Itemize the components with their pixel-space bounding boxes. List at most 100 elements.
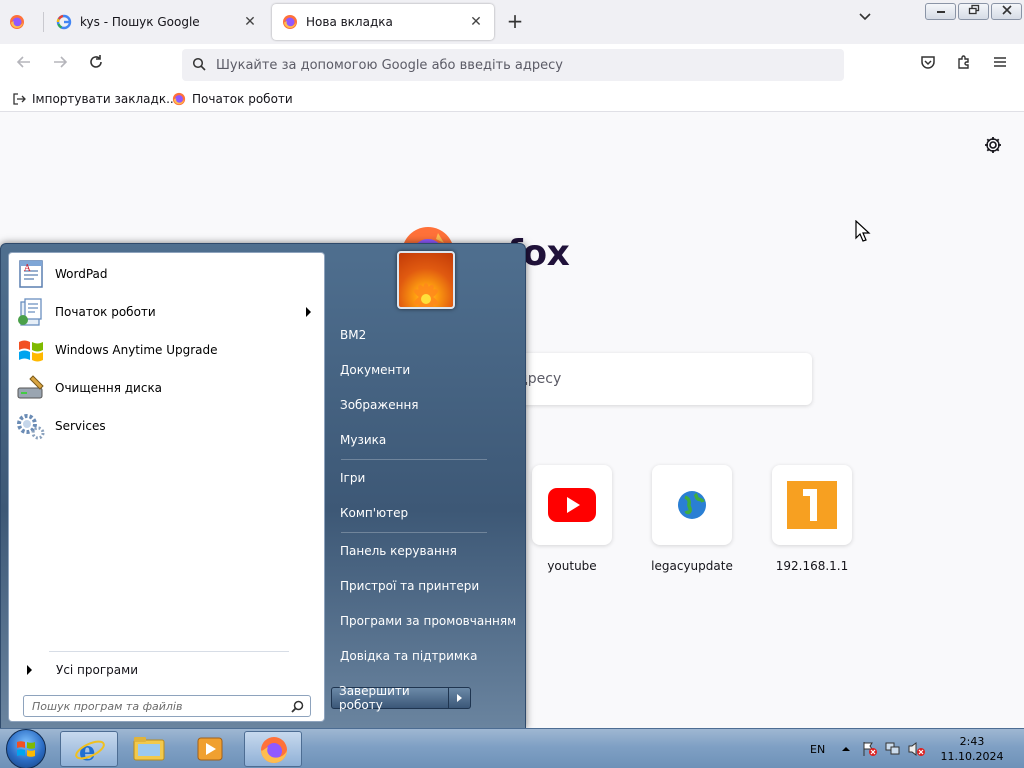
start-item-label: Очищення диска: [55, 381, 163, 395]
forward-button[interactable]: [48, 53, 72, 77]
system-clock[interactable]: 2:43 11.10.2024: [932, 734, 1012, 764]
start-link-control-panel[interactable]: Панель керування: [331, 536, 519, 566]
start-link-devices-printers[interactable]: Пристрої та принтери: [331, 571, 519, 601]
start-link-user-folder[interactable]: ВМ2: [331, 320, 519, 350]
search-icon: [291, 700, 304, 713]
start-link-label: Програми за промовчанням: [340, 614, 517, 628]
close-window-button[interactable]: [991, 3, 1022, 20]
chevron-down-icon: [859, 13, 871, 21]
taskbar-internet-explorer[interactable]: e: [60, 731, 118, 767]
address-input[interactable]: [216, 57, 816, 73]
tab-new-tab[interactable]: Нова вкладка ✕: [272, 4, 494, 40]
start-item-windows-anytime-upgrade[interactable]: Windows Anytime Upgrade: [11, 332, 321, 368]
start-menu-programs-pane: A WordPad Початок роботи Windows Anytime…: [8, 252, 325, 722]
pinned-tab-firefox[interactable]: [2, 4, 40, 40]
app-menu-button[interactable]: [988, 53, 1012, 77]
tab-title: kys - Пошук Google: [80, 15, 200, 29]
list-all-tabs-button[interactable]: [853, 10, 877, 34]
shortcut-label: 192.168.1.1: [775, 559, 849, 573]
tab-strip: kys - Пошук Google ✕ Нова вкладка ✕ +: [0, 0, 1024, 44]
start-link-label: Комп'ютер: [340, 506, 409, 520]
back-button[interactable]: [12, 53, 36, 77]
windows-logo-icon: [17, 741, 35, 757]
start-link-default-programs[interactable]: Програми за промовчанням: [331, 606, 519, 636]
shortcut-tile-box: [652, 465, 732, 545]
start-search-input[interactable]: [32, 699, 282, 713]
submenu-arrow-icon[interactable]: [306, 307, 311, 317]
reload-button[interactable]: [84, 53, 108, 77]
services-gear-icon: [17, 414, 45, 440]
start-link-games[interactable]: Ігри: [331, 463, 519, 493]
start-link-label: Довідка та підтримка: [340, 649, 478, 663]
flag-error-icon: [863, 742, 877, 756]
user-account-picture[interactable]: [397, 251, 455, 311]
gear-icon: [985, 137, 1001, 153]
internet-explorer-icon: e: [75, 737, 105, 767]
tab-google-search[interactable]: kys - Пошук Google ✕: [46, 4, 268, 40]
start-link-label: Документи: [340, 363, 411, 377]
pocket-button[interactable]: [916, 53, 940, 77]
start-link-pictures[interactable]: Зображення: [331, 390, 519, 420]
taskbar-file-explorer[interactable]: [120, 731, 178, 767]
youtube-icon: [548, 488, 596, 522]
close-tab-icon[interactable]: ✕: [468, 14, 484, 30]
all-programs-label: Усі програми: [56, 663, 138, 677]
pocket-icon: [921, 56, 935, 69]
shortcut-label: youtube: [547, 559, 597, 573]
bookmark-getting-started[interactable]: Початок роботи: [172, 90, 293, 108]
start-item-disk-cleanup[interactable]: Очищення диска: [11, 370, 321, 406]
forward-arrow-icon: [54, 56, 68, 68]
start-link-label: Панель керування: [340, 544, 457, 558]
start-search-box[interactable]: [23, 695, 311, 717]
start-button[interactable]: [6, 729, 46, 768]
shutdown-button[interactable]: Завершити роботу: [331, 684, 449, 712]
firefox-icon: [172, 92, 186, 106]
shortcut-tile-legacyupdate[interactable]: legacyupdate: [651, 465, 733, 573]
address-bar[interactable]: [182, 49, 844, 81]
navigation-toolbar: [0, 44, 1024, 86]
new-tab-button[interactable]: +: [503, 10, 527, 34]
extensions-button[interactable]: [952, 53, 976, 77]
start-link-documents[interactable]: Документи: [331, 355, 519, 385]
import-icon: [13, 93, 26, 105]
shutdown-control: Завершити роботу: [331, 684, 471, 712]
all-programs-button[interactable]: Усі програми: [19, 659, 309, 681]
media-player-icon: [197, 737, 223, 761]
programs-divider: [49, 651, 289, 652]
taskbar-media-player[interactable]: [181, 731, 239, 767]
shortcut-tile-router[interactable]: 192.168.1.1: [771, 465, 853, 573]
shutdown-options-button[interactable]: [449, 687, 471, 709]
search-icon: [192, 57, 206, 71]
restore-button[interactable]: [958, 3, 989, 20]
shortcut-tile-box: [532, 465, 612, 545]
network-icon: [885, 742, 900, 755]
action-center-tray-icon[interactable]: [862, 729, 878, 768]
volume-tray-icon[interactable]: [908, 729, 926, 768]
start-link-computer[interactable]: Комп'ютер: [331, 498, 519, 528]
shortcut-tile-youtube[interactable]: youtube: [531, 465, 613, 573]
firefox-icon: [283, 15, 297, 29]
start-item-services[interactable]: Services: [11, 408, 321, 444]
show-hidden-icons-button[interactable]: [841, 729, 851, 768]
start-link-help-support[interactable]: Довідка та підтримка: [331, 641, 519, 671]
start-link-music[interactable]: Музика: [331, 425, 519, 455]
personalize-settings-button[interactable]: [982, 134, 1004, 156]
taskbar-firefox[interactable]: [244, 731, 302, 767]
speaker-muted-icon: [908, 742, 925, 756]
bookmark-import[interactable]: Імпортувати закладк...: [12, 90, 178, 108]
shortcut-label: legacyupdate: [651, 559, 733, 573]
reload-icon: [90, 55, 102, 68]
restore-icon: [968, 4, 979, 15]
network-tray-icon[interactable]: [885, 729, 901, 768]
close-icon: [1001, 5, 1012, 15]
minimize-button[interactable]: [925, 3, 956, 20]
close-tab-icon[interactable]: ✕: [242, 14, 258, 30]
language-indicator[interactable]: EN: [810, 729, 825, 768]
mouse-cursor-icon: [855, 220, 871, 242]
disk-cleanup-icon: [17, 375, 44, 399]
start-item-wordpad[interactable]: A WordPad: [11, 256, 321, 292]
globe-icon: [678, 491, 706, 519]
start-item-getting-started[interactable]: Початок роботи: [11, 294, 321, 330]
bookmarks-toolbar: Імпортувати закладк... Початок роботи: [0, 86, 1024, 112]
start-item-label: WordPad: [55, 267, 108, 281]
